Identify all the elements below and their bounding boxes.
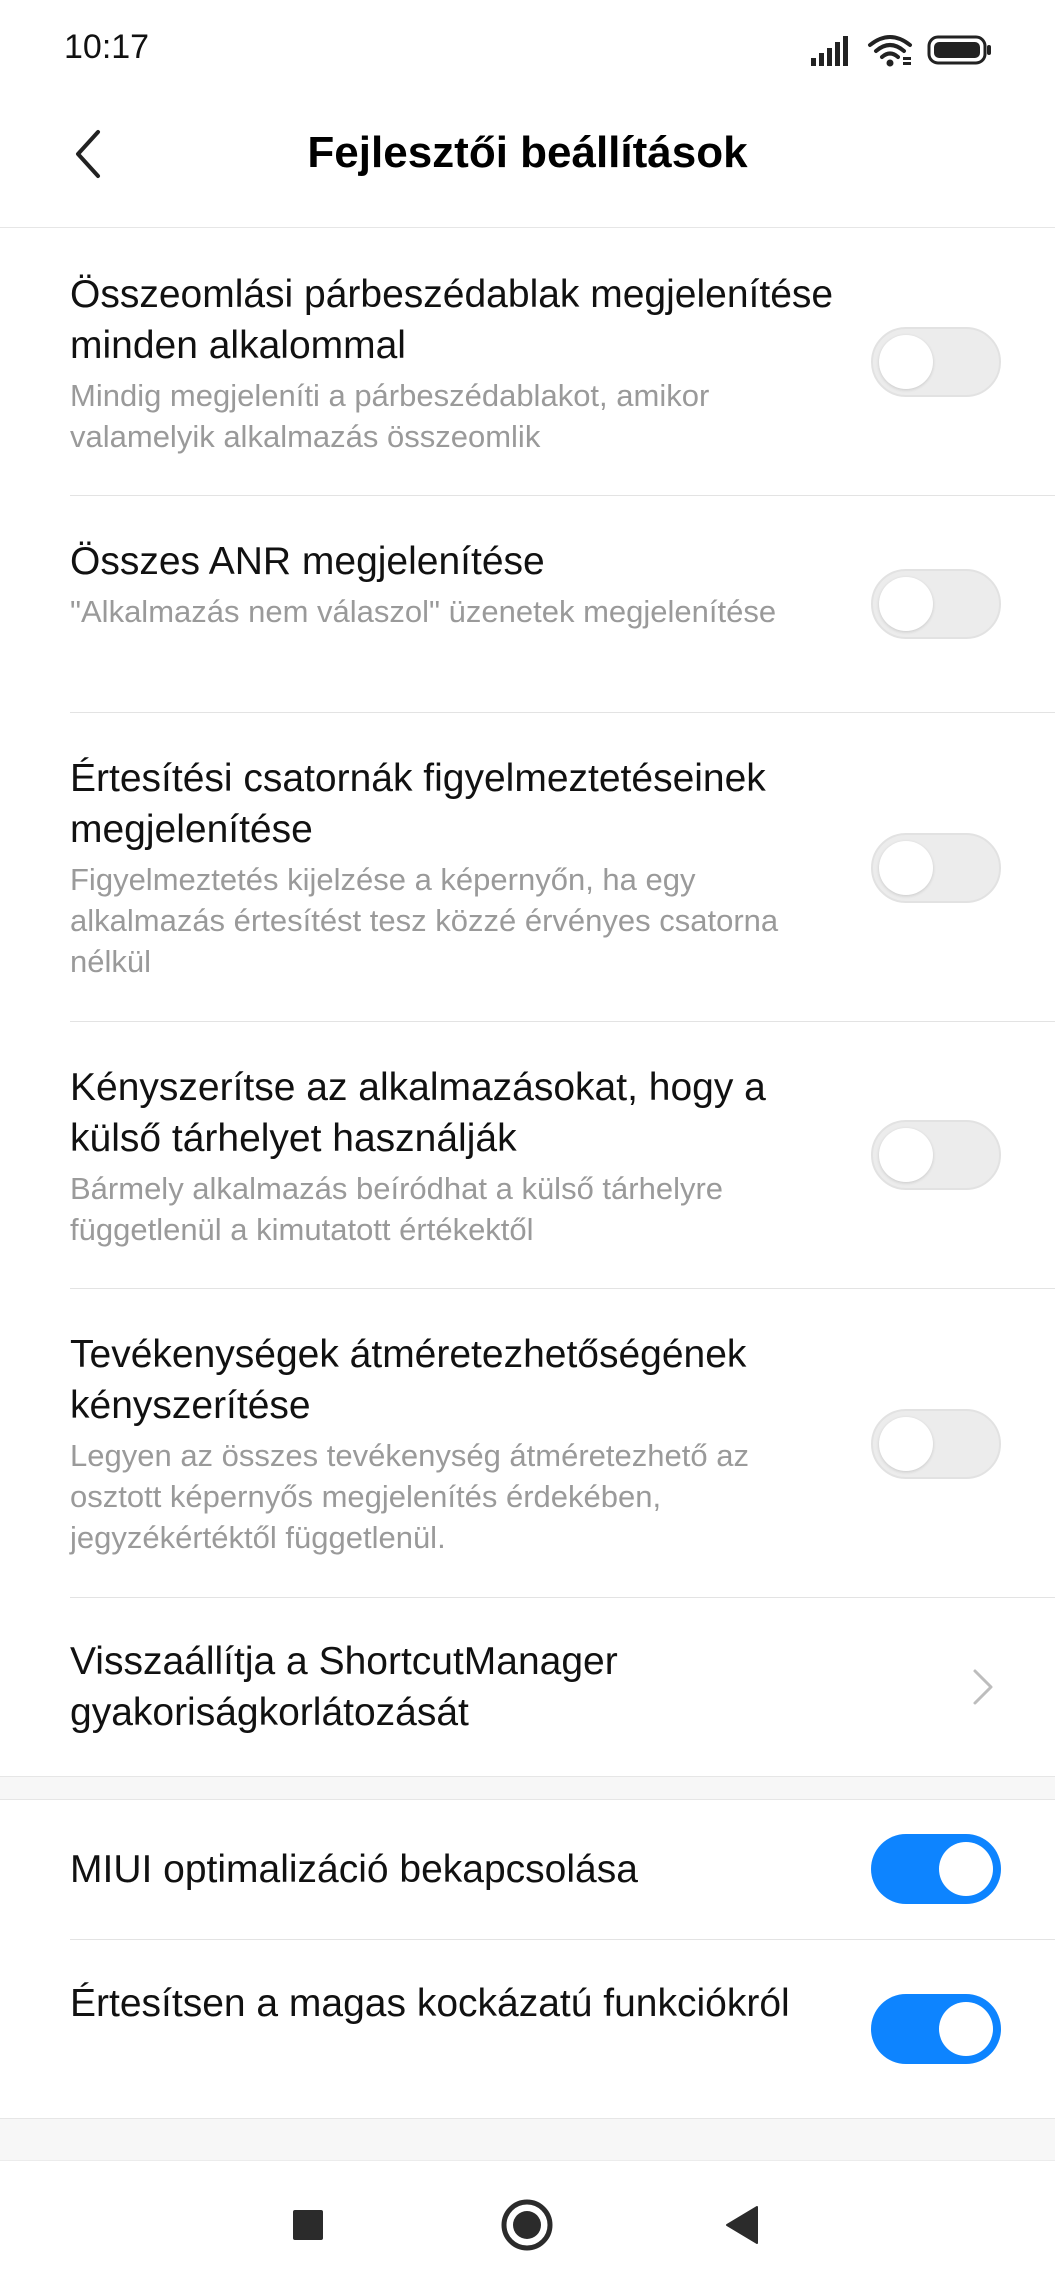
- setting-reset-shortcutmanager-rate-limiting[interactable]: Visszaállítja a ShortcutManager gyakoris…: [0, 1598, 1055, 1776]
- section-separator: [0, 1776, 1055, 1800]
- setting-title: Kényszerítse az alkalmazásokat, hogy a k…: [70, 1066, 766, 1160]
- setting-title: Összeomlási párbeszédablak megjelenítése…: [70, 273, 834, 367]
- setting-title: MIUI optimalizáció bekapcsolása: [70, 1848, 638, 1891]
- toggle-switch[interactable]: [871, 1994, 1001, 2064]
- toggle-switch[interactable]: [871, 1409, 1001, 1479]
- setting-miui-optimization[interactable]: MIUI optimalizáció bekapcsolása: [0, 1800, 1055, 1940]
- status-bar: 10:17: [0, 0, 1055, 100]
- setting-show-crash-dialog[interactable]: Összeomlási párbeszédablak megjelenítése…: [0, 229, 1055, 496]
- setting-subtitle: Figyelmeztetés kijelzése a képernyőn, ha…: [70, 862, 779, 979]
- toggle-knob: [939, 2002, 993, 2056]
- developer-options-screen: 10:17 Fejlesztői beállítások Összeomlási…: [0, 0, 1055, 2286]
- toggle-knob: [879, 335, 933, 389]
- wifi-icon: [868, 35, 912, 67]
- setting-show-all-anr[interactable]: Összes ANR megjelenítése "Alkalmazás nem…: [0, 496, 1055, 713]
- toggle-switch[interactable]: [871, 569, 1001, 639]
- toggle-switch[interactable]: [871, 1120, 1001, 1190]
- setting-subtitle: Legyen az összes tevékenység átméretezhe…: [70, 1438, 749, 1555]
- setting-subtitle: Bármely alkalmazás beíródhat a külső tár…: [70, 1171, 724, 1247]
- system-nav-bar: [0, 2160, 1055, 2286]
- setting-notification-channel-warnings[interactable]: Értesítési csatornák figyelmeztetéseinek…: [0, 713, 1055, 1022]
- chevron-right-icon: [973, 1669, 993, 1705]
- list-bottom-spacer: [0, 2118, 1055, 2160]
- page-title: Fejlesztői beállítások: [307, 128, 748, 177]
- status-time: 10:17: [64, 28, 150, 66]
- setting-title: Értesítsen a magas kockázatú funkciókról: [70, 1982, 790, 2025]
- setting-title: Tevékenységek átméretezhetőségének kénys…: [70, 1333, 747, 1427]
- setting-high-risk-notifications[interactable]: Értesítsen a magas kockázatú funkciókról: [0, 1940, 1055, 2118]
- toggle-switch[interactable]: [871, 327, 1001, 397]
- toggle-knob: [879, 577, 933, 631]
- app-header: Fejlesztői beállítások: [0, 100, 1055, 228]
- status-icons: [809, 30, 993, 70]
- toggle-knob: [879, 841, 933, 895]
- signal-icon: [811, 36, 848, 66]
- nav-back-button[interactable]: [710, 2193, 774, 2257]
- setting-force-external-storage[interactable]: Kényszerítse az alkalmazásokat, hogy a k…: [0, 1022, 1055, 1289]
- back-triangle-icon: [726, 2206, 758, 2244]
- setting-title: Összes ANR megjelenítése: [70, 540, 545, 583]
- toggle-switch[interactable]: [871, 1834, 1001, 1904]
- home-circle-icon: [501, 2199, 553, 2251]
- recents-square-icon: [293, 2210, 323, 2240]
- setting-subtitle: "Alkalmazás nem válaszol" üzenetek megje…: [70, 594, 777, 629]
- setting-title: Értesítési csatornák figyelmeztetéseinek…: [70, 757, 766, 851]
- toggle-knob: [879, 1417, 933, 1471]
- battery-icon: [927, 35, 991, 65]
- setting-title: Visszaállítja a ShortcutManager gyakoris…: [70, 1640, 618, 1734]
- toggle-knob: [939, 1842, 993, 1896]
- setting-subtitle: Mindig megjeleníti a párbeszédablakot, a…: [70, 378, 710, 454]
- home-button[interactable]: [495, 2193, 559, 2257]
- recents-button[interactable]: [276, 2193, 340, 2257]
- setting-force-resizable-activities[interactable]: Tevékenységek átméretezhetőségének kénys…: [0, 1289, 1055, 1598]
- toggle-knob: [879, 1128, 933, 1182]
- toggle-switch[interactable]: [871, 833, 1001, 903]
